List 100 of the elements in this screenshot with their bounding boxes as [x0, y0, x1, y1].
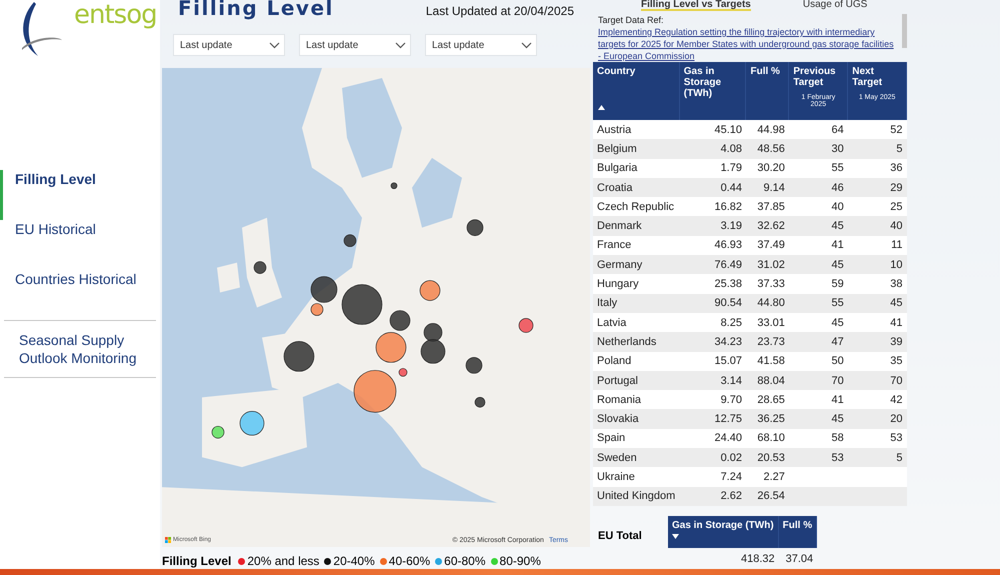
table-cell: Latvia [593, 312, 680, 332]
table-cell: 41 [788, 390, 848, 410]
filter-dropdown[interactable]: Last update [425, 34, 537, 56]
table-cell: 25 [848, 197, 906, 216]
table-cell: 34.23 [679, 332, 746, 352]
table-cell: 48.56 [746, 139, 789, 159]
tab[interactable]: Filling Level vs Targets [641, 0, 751, 11]
table-cell: 70 [788, 370, 848, 390]
table-cell: Bulgaria [593, 158, 680, 178]
table-cell: 9.14 [746, 178, 789, 198]
nav-item[interactable]: EU Historical [0, 220, 160, 270]
table-cell: 4.08 [679, 139, 746, 159]
chevron-down-icon [395, 42, 406, 48]
table-cell: 24.40 [679, 428, 746, 448]
table-cell: Ukraine [593, 467, 680, 487]
table-cell: 76.49 [679, 255, 746, 274]
column-header[interactable]: Country [593, 62, 680, 120]
table-cell: Poland [593, 352, 680, 371]
sort-down-icon [672, 534, 679, 539]
scrollbar[interactable] [902, 14, 907, 48]
column-header[interactable]: Gas in Storage (TWh) [679, 62, 746, 120]
table-cell: 70 [848, 370, 906, 390]
table-cell: 90.54 [679, 294, 746, 313]
table-cell: 2.62 [679, 486, 746, 506]
table-cell: 33.01 [746, 312, 789, 332]
table-cell: 59 [788, 274, 848, 294]
table-cell: 29 [848, 178, 906, 198]
table-cell: 40 [848, 216, 906, 236]
target-reference-label: Target Data Ref: [598, 14, 665, 26]
table-cell: 37.49 [746, 236, 789, 256]
table-cell: 12.75 [679, 409, 746, 429]
filter-dropdown[interactable]: Last update [299, 34, 411, 56]
table-cell: 50 [788, 352, 848, 371]
table-cell: 68.10 [746, 428, 789, 448]
table-cell: 23.73 [746, 332, 789, 352]
table-cell: Hungary [593, 274, 680, 294]
table-cell: Denmark [593, 216, 680, 236]
windows-logo-icon [165, 537, 171, 543]
table-cell: 44.98 [746, 120, 789, 140]
table-cell: 16.82 [679, 197, 746, 216]
legend-label: 20% and less [247, 554, 320, 568]
table-cell: France [593, 236, 680, 256]
table-cell: Romania [593, 390, 680, 410]
table-cell: 55 [788, 158, 848, 178]
table-cell: 45 [788, 255, 848, 274]
table-cell: 45 [788, 409, 848, 429]
table-cell: 3.14 [679, 370, 746, 390]
table-cell: 41 [848, 312, 906, 332]
regulation-link[interactable]: Implementing Regulation setting the filling trajectory with intermediary targets for 2025 for Member States with underground gas storage facilities - European Commission [598, 26, 898, 62]
table-cell: 58 [788, 428, 848, 448]
table-cell: 39 [848, 332, 906, 352]
table-cell: 45 [848, 294, 906, 313]
table-cell: Spain [593, 428, 680, 448]
nav-item[interactable]: Countries Historical [0, 270, 160, 320]
table-cell: Italy [593, 294, 680, 313]
table-cell: 7.24 [679, 467, 746, 487]
table-cell: 45 [788, 216, 848, 236]
table-cell: 3.19 [679, 216, 746, 236]
nav-item[interactable]: Seasonal Supply Outlook Monitoring [4, 321, 160, 377]
table-cell: Germany [593, 255, 680, 274]
column-header[interactable]: Full % [746, 62, 789, 120]
table-cell: 30.20 [746, 158, 789, 178]
table-cell: 2.27 [746, 467, 789, 487]
legend-label: 40-60% [388, 554, 430, 568]
total-value: 418.32 [740, 552, 776, 565]
table-cell: 0.44 [679, 178, 746, 198]
table-cell: 36 [848, 158, 906, 178]
chevron-down-icon [521, 42, 532, 48]
column-header[interactable]: Full % [778, 516, 818, 548]
table-cell: Netherlands [593, 332, 680, 352]
sort-up-icon [598, 105, 605, 110]
table-cell: Czech Republic [593, 197, 680, 216]
tab[interactable]: Usage of UGS [802, 0, 868, 11]
table-cell: Belgium [593, 139, 680, 159]
table-cell: 53 [848, 428, 906, 448]
table-cell: 36.25 [746, 409, 789, 429]
eu-total-label: EU Total [598, 530, 643, 542]
legend-title: Filling Level [162, 554, 232, 568]
table-cell: 35 [848, 352, 906, 371]
table-cell: 37.33 [746, 274, 789, 294]
table-cell: Sweden [593, 448, 680, 468]
legend-label: 20-40% [333, 554, 375, 568]
logo: entsog [74, 0, 157, 30]
table-cell: 40 [788, 197, 848, 216]
table-cell: 38 [848, 274, 906, 294]
column-header[interactable]: Gas in Storage (TWh) [668, 516, 779, 548]
table-cell: 64 [788, 120, 848, 140]
table-cell: 45 [788, 312, 848, 332]
chevron-down-icon [269, 42, 280, 48]
table-cell: 52 [848, 120, 906, 140]
table-cell: 30 [788, 139, 848, 159]
table-cell: 0.02 [679, 448, 746, 468]
filter-dropdown[interactable]: Last update [173, 34, 285, 56]
table-cell: 31.02 [746, 255, 789, 274]
table-cell: Austria [593, 120, 680, 140]
table-cell: 45.10 [679, 120, 746, 140]
table-cell: 10 [848, 255, 906, 274]
table-cell: Slovakia [593, 409, 680, 429]
table-cell: 53 [788, 448, 848, 468]
table-cell: 46.93 [679, 236, 746, 256]
